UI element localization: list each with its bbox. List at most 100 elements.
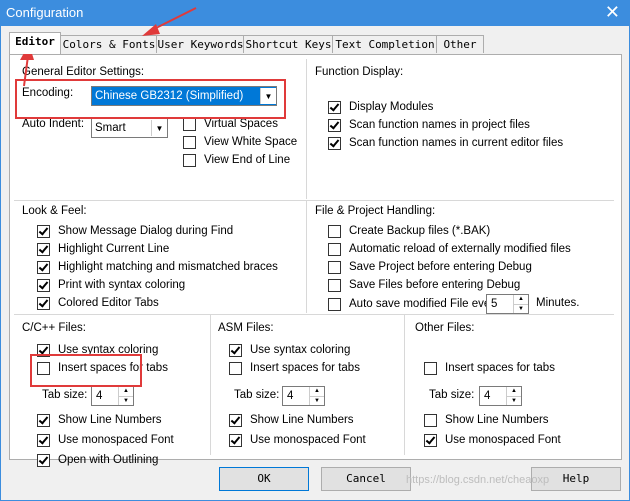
scan-current-checkbox[interactable]: Scan function names in current editor fi…	[328, 135, 563, 151]
checkbox-label: Show Line Numbers	[58, 414, 162, 426]
other-monospaced-checkbox[interactable]: Use monospaced Font	[424, 432, 561, 448]
spin-down-icon[interactable]: ▼	[119, 395, 133, 406]
asm-monospaced-checkbox[interactable]: Use monospaced Font	[229, 432, 366, 448]
auto-save-checkbox[interactable]: Auto save modified File every	[328, 296, 500, 312]
auto-indent-label: Auto Indent:	[22, 118, 85, 130]
show-message-dialog-checkbox[interactable]: Show Message Dialog during Find	[37, 223, 233, 239]
divider	[404, 315, 405, 455]
checkbox-checked-icon	[328, 100, 341, 114]
checkbox-checked-icon	[37, 413, 50, 427]
file-handling-title: File & Project Handling:	[315, 205, 436, 217]
print-syntax-coloring-checkbox[interactable]: Print with syntax coloring	[37, 277, 185, 293]
cpp-monospaced-checkbox[interactable]: Use monospaced Font	[37, 432, 174, 448]
spin-down-icon[interactable]: ▼	[310, 395, 324, 406]
function-display-title: Function Display:	[315, 66, 404, 78]
checkbox-checked-icon	[37, 296, 50, 310]
spinner-value: 4	[484, 390, 491, 402]
checkbox-label: Insert spaces for tabs	[250, 362, 360, 374]
spin-up-icon[interactable]: ▲	[119, 387, 133, 396]
other-tab-size-spinner[interactable]: 4 ▲ ▼	[479, 386, 522, 406]
checkbox-label: View End of Line	[204, 154, 291, 166]
checkbox-label: Insert spaces for tabs	[445, 362, 555, 374]
checkbox-checked-icon	[328, 136, 341, 150]
view-end-of-line-checkbox[interactable]: View End of Line	[183, 152, 290, 168]
other-insert-spaces-checkbox[interactable]: Insert spaces for tabs	[424, 360, 555, 376]
colored-editor-tabs-checkbox[interactable]: Colored Editor Tabs	[37, 295, 159, 311]
checkbox-label: Virtual Spaces	[204, 118, 278, 130]
asm-tab-size-spinner[interactable]: 4 ▲ ▼	[282, 386, 325, 406]
divider	[14, 200, 614, 201]
cpp-outlining-checkbox[interactable]: Open with Outlining	[37, 452, 158, 468]
highlight-current-line-checkbox[interactable]: Highlight Current Line	[37, 241, 169, 257]
highlight-braces-checkbox[interactable]: Highlight matching and mismatched braces	[37, 259, 278, 275]
checkbox-label: Colored Editor Tabs	[58, 297, 159, 309]
spinner-value: 4	[287, 390, 294, 402]
create-backup-checkbox[interactable]: Create Backup files (*.BAK)	[328, 223, 490, 239]
checkbox-label: Show Line Numbers	[445, 414, 549, 426]
save-files-debug-checkbox[interactable]: Save Files before entering Debug	[328, 277, 520, 293]
checkbox-checked-icon	[37, 453, 50, 467]
checkbox-checked-icon	[37, 242, 50, 256]
asm-line-numbers-checkbox[interactable]: Show Line Numbers	[229, 412, 354, 428]
chevron-down-icon[interactable]: ▼	[151, 120, 167, 136]
title-bar: Configuration ✕	[0, 0, 630, 26]
tab-shortcut-keys[interactable]: Shortcut Keys	[243, 35, 334, 53]
other-line-numbers-checkbox[interactable]: Show Line Numbers	[424, 412, 549, 428]
checkbox-icon	[328, 278, 341, 292]
tab-editor[interactable]: Editor	[9, 32, 61, 54]
scan-project-checkbox[interactable]: Scan function names in project files	[328, 117, 530, 133]
auto-reload-checkbox[interactable]: Automatic reload of externally modified …	[328, 241, 571, 257]
other-tab-size-label: Tab size:	[429, 389, 475, 401]
window-title: Configuration	[6, 5, 84, 20]
checkbox-icon	[328, 260, 341, 274]
encoding-highlight-box	[15, 79, 286, 119]
close-icon[interactable]: ✕	[605, 2, 620, 22]
divider	[14, 314, 614, 315]
tab-colors-fonts[interactable]: Colors & Fonts	[60, 35, 158, 53]
spinner-value: 5	[491, 298, 498, 310]
spin-up-icon[interactable]: ▲	[310, 387, 324, 396]
cpp-line-numbers-checkbox[interactable]: Show Line Numbers	[37, 412, 162, 428]
checkbox-icon	[183, 135, 196, 149]
save-project-debug-checkbox[interactable]: Save Project before entering Debug	[328, 259, 532, 275]
divider	[210, 315, 211, 455]
tab-text-completion[interactable]: Text Completion	[332, 35, 438, 53]
auto-indent-select[interactable]: Smart ▼	[91, 118, 168, 138]
checkbox-icon	[424, 361, 437, 375]
cancel-button[interactable]: Cancel	[321, 467, 411, 491]
spin-down-icon[interactable]: ▼	[514, 303, 528, 314]
tab-user-keywords[interactable]: User Keywords	[156, 35, 245, 53]
cpp-tab-size-label: Tab size:	[42, 389, 88, 401]
checkbox-label: Scan function names in project files	[349, 119, 530, 131]
checkbox-label: Use monospaced Font	[445, 434, 561, 446]
checkbox-label: Show Line Numbers	[250, 414, 354, 426]
ok-button[interactable]: OK	[219, 467, 309, 491]
minutes-label: Minutes.	[536, 297, 580, 309]
spin-up-icon[interactable]: ▲	[514, 295, 528, 304]
auto-save-minutes-spinner[interactable]: 5 ▲ ▼	[486, 294, 529, 314]
checkbox-label: Save Project before entering Debug	[349, 261, 532, 273]
tab-size-highlight-box	[30, 354, 142, 387]
look-feel-title: Look & Feel:	[22, 205, 87, 217]
checkbox-icon	[183, 117, 196, 131]
divider	[306, 201, 307, 313]
display-modules-checkbox[interactable]: Display Modules	[328, 99, 433, 115]
checkbox-icon	[328, 242, 341, 256]
spin-down-icon[interactable]: ▼	[507, 395, 521, 406]
view-white-space-checkbox[interactable]: View White Space	[183, 134, 297, 150]
checkbox-checked-icon	[37, 260, 50, 274]
checkbox-label: Open with Outlining	[58, 454, 159, 466]
auto-indent-value: Smart	[95, 122, 126, 134]
checkbox-checked-icon	[37, 224, 50, 238]
cpp-tab-size-spinner[interactable]: 4 ▲ ▼	[91, 386, 134, 406]
checkbox-icon	[328, 224, 341, 238]
spinner-value: 4	[96, 390, 103, 402]
tab-other[interactable]: Other	[436, 35, 484, 53]
checkbox-label: Display Modules	[349, 101, 434, 113]
asm-insert-spaces-checkbox[interactable]: Insert spaces for tabs	[229, 360, 360, 376]
spin-up-icon[interactable]: ▲	[507, 387, 521, 396]
checkbox-checked-icon	[229, 413, 242, 427]
asm-syntax-coloring-checkbox[interactable]: Use syntax coloring	[229, 342, 350, 358]
checkbox-checked-icon	[37, 433, 50, 447]
checkbox-label: Use syntax coloring	[250, 344, 351, 356]
